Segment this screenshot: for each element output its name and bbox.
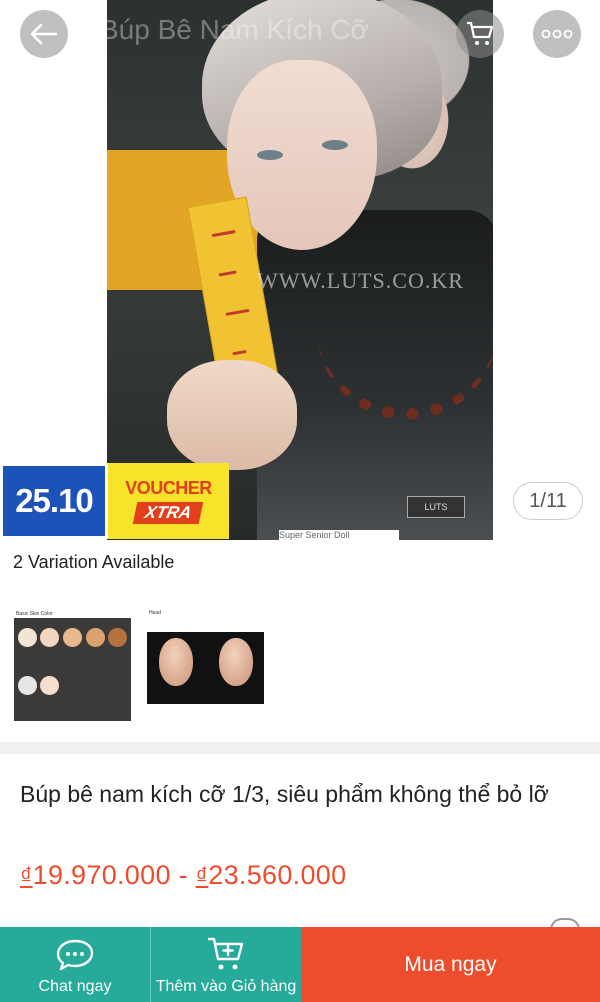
product-photo[interactable]: WWW.LUTS.CO.KR LUTS Super Senior Doll xyxy=(107,0,493,540)
product-image-gallery[interactable]: WWW.LUTS.CO.KR LUTS Super Senior Doll xyxy=(0,0,600,540)
doll-eye xyxy=(257,150,283,160)
image-caption: Super Senior Doll xyxy=(279,530,399,540)
product-title: Búp bê nam kích cỡ 1/3, siêu phẩm không … xyxy=(20,781,549,807)
chat-bubble-icon xyxy=(56,939,94,971)
image-watermark: WWW.LUTS.CO.KR xyxy=(257,268,464,293)
variation-thumbnails: Basic Skin Color Head xyxy=(14,608,264,721)
add-to-cart-button[interactable]: Thêm vào Giỏ hàng xyxy=(150,927,301,1002)
back-button[interactable] xyxy=(20,10,68,58)
buy-now-button[interactable]: Mua ngay xyxy=(301,927,600,1002)
chat-now-label: Chat ngay xyxy=(38,978,112,995)
page-title: Búp Bê Nam Kích Cỡ xyxy=(100,14,369,45)
price-separator: - xyxy=(170,860,196,890)
voucher-xtra-badge: VOUCHER XTRA xyxy=(108,463,229,539)
thumbnail-header: Basic Skin Color xyxy=(16,611,53,617)
variation-thumbnail-head[interactable]: Head xyxy=(147,608,264,721)
doll-eye xyxy=(322,140,348,150)
section-divider xyxy=(0,742,600,754)
thumbnail-header: Head xyxy=(149,610,161,616)
currency-symbol: ₫ xyxy=(20,863,33,890)
image-counter: 1/11 xyxy=(513,482,583,520)
promo-date: 25.10 xyxy=(3,466,105,536)
cart-icon xyxy=(467,21,494,45)
product-page: { "header": { "title": "Búp Bê Nam Kích … xyxy=(0,0,600,1002)
more-options-button[interactable] xyxy=(533,10,581,58)
price-range: ₫19.970.000 - ₫23.560.000 xyxy=(20,860,346,891)
cart-button[interactable] xyxy=(456,10,504,58)
price-low: 19.970.000 xyxy=(32,860,171,890)
chat-now-button[interactable]: Chat ngay xyxy=(0,927,150,1002)
head-front xyxy=(147,632,205,704)
head-board xyxy=(147,632,264,704)
xtra-label: XTRA xyxy=(133,502,204,524)
add-to-cart-icon xyxy=(208,937,244,970)
more-dots-icon xyxy=(541,29,573,39)
variation-label: 2 Variation Available xyxy=(13,552,175,572)
voucher-label: VOUCHER xyxy=(125,478,212,498)
variation-thumbnail-skin-color[interactable]: Basic Skin Color xyxy=(14,608,131,721)
skin-color-board xyxy=(14,618,131,721)
price-high: 23.560.000 xyxy=(208,860,347,890)
currency-symbol: ₫ xyxy=(195,863,209,890)
promo-banner[interactable]: 25.10 VOUCHER XTRA xyxy=(0,463,229,539)
top-bar: Búp Bê Nam Kích Cỡ xyxy=(0,0,600,70)
promo-date-badge: 25.10 xyxy=(0,463,108,539)
head-side xyxy=(207,632,265,704)
add-to-cart-label: Thêm vào Giỏ hàng xyxy=(155,978,297,995)
doll-hand xyxy=(167,360,297,470)
arrow-left-icon xyxy=(30,23,58,45)
bottom-action-bar: Chat ngay Thêm vào Giỏ hàng Mua ngay xyxy=(0,927,600,1002)
brand-logo: LUTS xyxy=(407,496,465,518)
